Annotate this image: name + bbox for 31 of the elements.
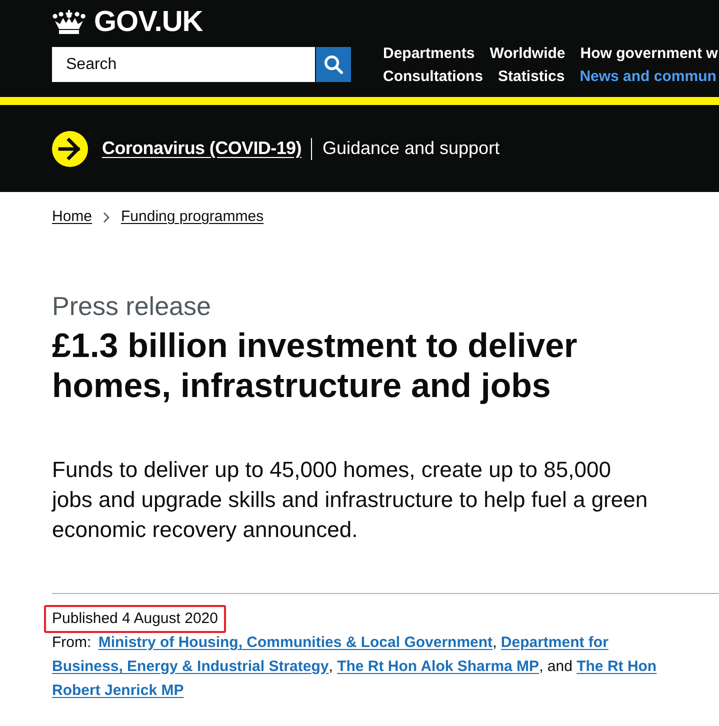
organisation-link[interactable]: Department for	[500, 634, 608, 651]
organisation-link[interactable]: The Rt Hon Alok Sharma MP	[337, 658, 540, 675]
nav-link[interactable]: Departments	[383, 42, 475, 65]
organisation-link[interactable]: Business, Energy & Industrial Strategy	[52, 658, 329, 675]
document-type: Press release	[52, 291, 212, 321]
organisation-link[interactable]: Ministry of Housing, Communities & Local Government	[98, 634, 493, 651]
search-button[interactable]	[316, 47, 351, 82]
nav-link[interactable]: Statistics	[498, 65, 565, 88]
crown-icon	[52, 10, 86, 34]
organisation-link[interactable]: Robert Jenrick MP	[52, 682, 184, 699]
from-label: From:	[52, 634, 92, 651]
nav-link[interactable]: Consultations	[383, 65, 483, 88]
banner-text: Guidance and support	[322, 138, 500, 159]
separator-text: ,	[492, 634, 497, 651]
organisation-link[interactable]: The Rt Hon	[576, 658, 657, 675]
page-title: £1.3 billion investment to deliver homes, infrastructure and jobs	[52, 326, 578, 406]
nav-link[interactable]: News and commun	[580, 65, 716, 88]
separator-text: ,	[328, 658, 333, 675]
published-date: Published 4 August 2020	[44, 605, 226, 633]
arrow-circle-icon	[52, 130, 88, 166]
govuk-logo[interactable]: GOV.UK	[52, 7, 203, 37]
nav-link[interactable]: Worldwide	[490, 42, 566, 65]
chevron-icon	[103, 212, 110, 222]
breadcrumb-link[interactable]: Funding programmes	[121, 207, 264, 227]
separator-text: , and	[539, 658, 572, 675]
breadcrumb-link[interactable]: Home	[52, 207, 92, 227]
nav-link[interactable]: How government w	[580, 42, 718, 65]
search-icon	[324, 55, 343, 74]
summary-text: Funds to deliver up to 45,000 homes, create up to 85,000 jobs and upgrade skills and infrastructure to help fuel a green economic recovery announced.	[52, 456, 648, 544]
covid-link[interactable]: Coronavirus (COVID-19)	[102, 138, 302, 159]
search-field[interactable]: Search	[52, 47, 315, 82]
